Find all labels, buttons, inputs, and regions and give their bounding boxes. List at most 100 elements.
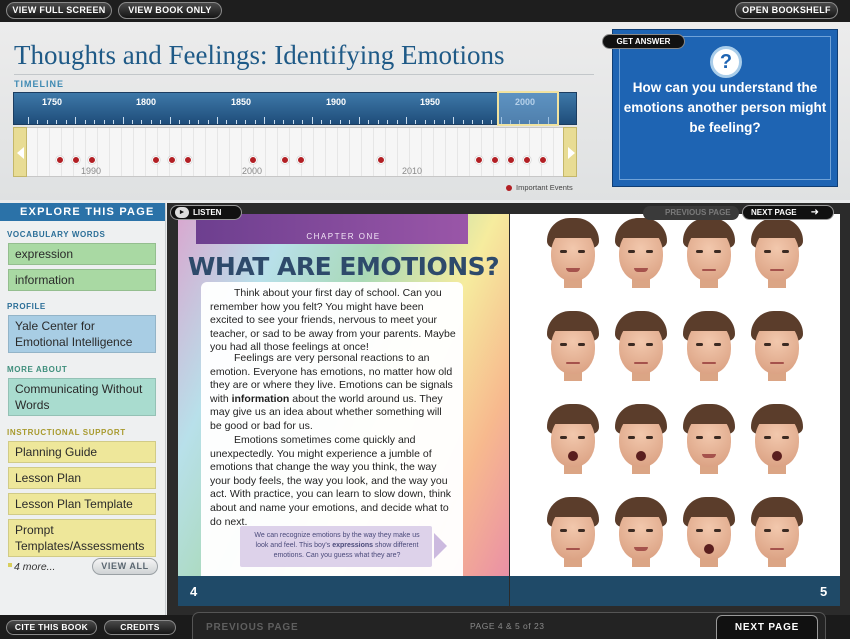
- timeline-tick: [103, 120, 105, 124]
- vocab-word-information[interactable]: information: [232, 393, 290, 405]
- question-icon: ?: [710, 46, 742, 78]
- page-footer-left: [178, 576, 509, 606]
- timeline-tick: [131, 120, 133, 124]
- chevron-left-icon: [17, 147, 24, 159]
- open-bookshelf-button[interactable]: OPEN BOOKSHELF: [735, 2, 838, 19]
- timeline-tick: [254, 120, 256, 124]
- timeline-scroll-right-button[interactable]: [563, 127, 577, 177]
- timeline-tick: [198, 120, 200, 124]
- book-page-left: CHAPTER ONE WHAT ARE EMOTIONS? Think abo…: [178, 214, 509, 606]
- timeline-year-label: 1900: [326, 97, 347, 107]
- timeline-tick: [491, 120, 493, 124]
- credits-button[interactable]: CREDITS: [104, 620, 176, 635]
- timeline-scroll-left-button[interactable]: [13, 127, 27, 177]
- vocabulary-section-label: VOCABULARY WORDS: [7, 230, 106, 239]
- page-footer-right: [510, 576, 840, 606]
- chapter-title: WHAT ARE EMOTIONS?: [187, 252, 500, 281]
- timeline-event-dot[interactable]: [377, 156, 385, 164]
- previous-page-button[interactable]: PREVIOUS PAGE: [206, 622, 298, 633]
- next-page-top-button[interactable]: NEXT PAGE ➜: [742, 205, 834, 220]
- listen-button[interactable]: ► LISTEN: [170, 205, 242, 220]
- timeline-tick: [302, 120, 304, 124]
- timeline-tick: [37, 120, 39, 124]
- timeline-tick: [396, 120, 398, 124]
- timeline-zoom-window[interactable]: [497, 91, 559, 126]
- lesson-plan-template-item[interactable]: Lesson Plan Template: [8, 493, 156, 515]
- timeline-event-dot[interactable]: [168, 156, 176, 164]
- more-link-label: 4 more...: [14, 561, 56, 573]
- timeline-tick: [46, 120, 48, 124]
- cite-this-book-button[interactable]: CITE THIS BOOK: [6, 620, 97, 635]
- arrow-right-icon: ➜: [810, 207, 820, 218]
- timeline-legend: Important Events: [506, 183, 573, 192]
- more-link[interactable]: 4 more...: [8, 561, 55, 573]
- timeline-event-dot[interactable]: [523, 156, 531, 164]
- boy-expression-photo: [544, 404, 602, 474]
- timeline-tick: [122, 117, 124, 124]
- left-page-number: 4: [190, 584, 198, 599]
- timeline-decade-label: 1990: [81, 166, 102, 176]
- timeline-century-scale[interactable]: 1750 1800 1850 1900 1950 2000: [13, 92, 577, 125]
- boy-expression-photo: [612, 497, 670, 567]
- timeline-event-dot[interactable]: [88, 156, 96, 164]
- bullet-icon: [8, 563, 12, 567]
- book-page-right: 5: [510, 214, 840, 606]
- timeline-tick: [226, 120, 228, 124]
- timeline-tick: [94, 120, 96, 124]
- timeline-event-dot[interactable]: [475, 156, 483, 164]
- timeline-tick: [188, 120, 190, 124]
- timeline-decade-label: 2000: [242, 166, 263, 176]
- timeline-event-dot[interactable]: [297, 156, 305, 164]
- timeline-year-label: 1800: [136, 97, 157, 107]
- timeline-tick: [368, 120, 370, 124]
- timeline-tick: [339, 120, 341, 124]
- chevron-right-icon: [568, 147, 575, 159]
- planning-guide-item[interactable]: Planning Guide: [8, 441, 156, 463]
- timeline-tick: [472, 120, 474, 124]
- boy-expression-photo: [680, 218, 738, 288]
- next-page-button[interactable]: NEXT PAGE: [716, 615, 818, 639]
- vocab-word-expressions[interactable]: expressions: [332, 542, 373, 549]
- caption-text: We can recognize emotions by the way the…: [248, 531, 426, 561]
- speaker-icon: ►: [175, 207, 189, 218]
- timeline-event-dot[interactable]: [507, 156, 515, 164]
- timeline-year-label: 1850: [231, 97, 252, 107]
- boy-expression-photo: [544, 218, 602, 288]
- profile-section-label: PROFILE: [7, 302, 46, 311]
- timeline-tick: [481, 120, 483, 124]
- view-full-screen-button[interactable]: VIEW FULL SCREEN: [6, 2, 112, 19]
- boy-expression-photo: [612, 218, 670, 288]
- view-book-only-button[interactable]: VIEW BOOK ONLY: [118, 2, 222, 19]
- lesson-plan-item[interactable]: Lesson Plan: [8, 467, 156, 489]
- view-all-button[interactable]: VIEW ALL: [92, 558, 158, 575]
- timeline-tick: [453, 117, 455, 124]
- timeline-tick: [65, 120, 67, 124]
- prompt-templates-item[interactable]: Prompt Templates/Assessments: [8, 519, 156, 557]
- timeline[interactable]: 1750 1800 1850 1900 1950 2000 19: [13, 91, 577, 180]
- page-title: Thoughts and Feelings: Identifying Emoti…: [14, 40, 505, 70]
- timeline-event-dot[interactable]: [281, 156, 289, 164]
- vocab-item-expression[interactable]: expression: [8, 243, 156, 265]
- timeline-event-dot[interactable]: [539, 156, 547, 164]
- timeline-event-dot[interactable]: [56, 156, 64, 164]
- timeline-event-dot[interactable]: [72, 156, 80, 164]
- instructional-section-label: INSTRUCTIONAL SUPPORT: [7, 428, 126, 437]
- timeline-tick: [179, 120, 181, 124]
- title-divider: [14, 74, 594, 75]
- timeline-event-dot[interactable]: [249, 156, 257, 164]
- timeline-tick: [56, 120, 58, 124]
- previous-page-top-button[interactable]: PREVIOUS PAGE: [643, 206, 739, 220]
- profile-item[interactable]: Yale Center for Emotional Intelligence: [8, 315, 156, 353]
- vocab-item-information[interactable]: information: [8, 269, 156, 291]
- timeline-event-dot[interactable]: [184, 156, 192, 164]
- timeline-tick: [84, 120, 86, 124]
- timeline-event-dot[interactable]: [491, 156, 499, 164]
- timeline-tick: [169, 117, 171, 124]
- more-about-item[interactable]: Communicating Without Words: [8, 378, 156, 416]
- timeline-event-dot[interactable]: [152, 156, 160, 164]
- timeline-tick: [283, 120, 285, 124]
- paragraph-1: Think about your first day of school. Ca…: [210, 287, 456, 354]
- boy-expression-photo: [544, 311, 602, 381]
- get-answer-button[interactable]: GET ANSWER: [602, 34, 685, 49]
- timeline-label: TIMELINE: [14, 79, 64, 89]
